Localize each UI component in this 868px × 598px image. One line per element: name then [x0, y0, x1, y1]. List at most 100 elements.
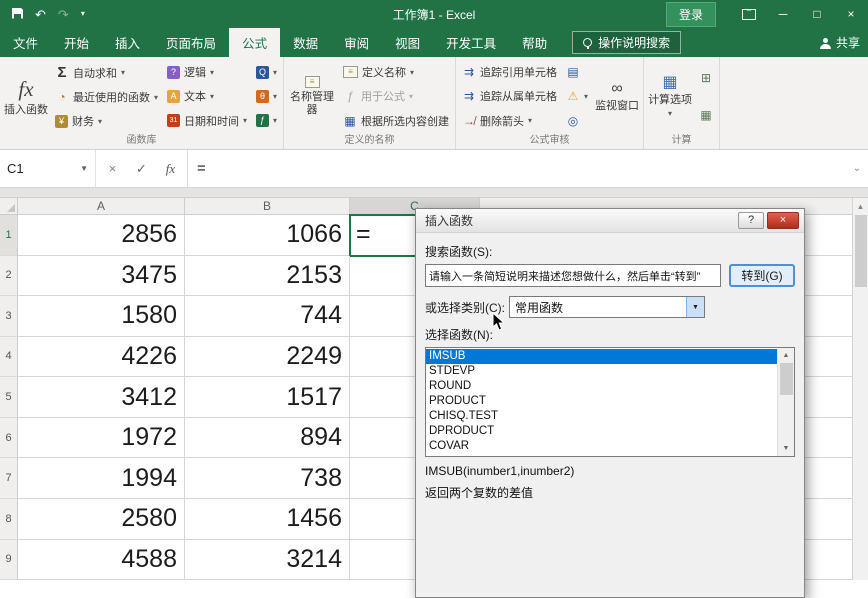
dialog-close-button[interactable]: ×: [767, 212, 799, 229]
calculate-sheet-button[interactable]: ▦: [696, 107, 716, 123]
text-button[interactable]: A 文本 ▾: [164, 87, 250, 105]
tellme-box[interactable]: 操作说明搜索: [572, 31, 681, 54]
row-header[interactable]: 1: [0, 215, 18, 256]
use-in-formula-button[interactable]: ƒ 用于公式 ▾: [340, 87, 452, 105]
date-time-button[interactable]: 31 日期和时间 ▾: [164, 112, 250, 130]
scroll-down-icon[interactable]: ▼: [778, 441, 794, 456]
ribbon-tab[interactable]: 视图: [382, 28, 433, 57]
name-manager-button[interactable]: ≡ 名称管理器: [287, 59, 337, 134]
ribbon-tab[interactable]: 数据: [280, 28, 331, 57]
cell[interactable]: 1517: [185, 377, 350, 418]
cell[interactable]: 2249: [185, 337, 350, 378]
row-header[interactable]: 7: [0, 458, 18, 499]
show-formulas-button[interactable]: ▤: [563, 64, 591, 80]
formula-input[interactable]: =: [188, 150, 846, 187]
insert-function-button[interactable]: fx 插入函数: [3, 59, 49, 134]
minimize-button[interactable]: ─: [766, 0, 800, 28]
logical-button[interactable]: ? 逻辑 ▾: [164, 63, 250, 81]
cell[interactable]: 1066: [185, 215, 350, 256]
row-header[interactable]: 4: [0, 337, 18, 378]
ribbon-tab[interactable]: 公式: [229, 28, 280, 57]
save-icon[interactable]: [12, 8, 23, 21]
math-trig-button[interactable]: θ ▾: [253, 89, 280, 104]
undo-icon[interactable]: ↶: [35, 8, 46, 21]
scroll-up-icon[interactable]: ▲: [778, 348, 794, 363]
chevron-down-icon[interactable]: ▼: [686, 297, 704, 317]
cell[interactable]: 2580: [18, 499, 185, 540]
cell[interactable]: 894: [185, 418, 350, 459]
cell[interactable]: 3412: [18, 377, 185, 418]
row-header[interactable]: 6: [0, 418, 18, 459]
more-functions-button[interactable]: ƒ ▾: [253, 113, 280, 128]
ribbon-tab[interactable]: 开发工具: [433, 28, 509, 57]
function-list-item[interactable]: ROUND: [426, 379, 777, 394]
cell[interactable]: 744: [185, 296, 350, 337]
evaluate-formula-button[interactable]: ◎: [563, 113, 591, 129]
vertical-scrollbar[interactable]: ▲: [852, 198, 868, 580]
autosum-button[interactable]: Σ 自动求和 ▾: [52, 63, 161, 82]
ribbon-tab[interactable]: 审阅: [331, 28, 382, 57]
scroll-up-icon[interactable]: ▲: [853, 198, 868, 214]
search-input[interactable]: 请输入一条简短说明来描述您想做什么，然后单击“转到”: [425, 264, 721, 287]
remove-arrows-button[interactable]: ↛ 删除箭头 ▾: [459, 112, 560, 130]
close-button[interactable]: ×: [834, 0, 868, 28]
cell[interactable]: 1994: [18, 458, 185, 499]
name-box[interactable]: C1 ▼: [0, 150, 96, 187]
lookup-reference-button[interactable]: Q ▾: [253, 65, 280, 80]
customize-qat-icon[interactable]: ▾: [81, 10, 85, 18]
cancel-button[interactable]: ×: [98, 161, 127, 176]
recently-used-button[interactable]: ◔ 最近使用的函数 ▾: [52, 88, 161, 106]
list-scrollbar[interactable]: ▲ ▼: [777, 348, 794, 456]
trace-dependents-button[interactable]: ⇉ 追踪从属单元格: [459, 87, 560, 105]
cell[interactable]: 2153: [185, 256, 350, 297]
maximize-button[interactable]: □: [800, 0, 834, 28]
scrollbar-thumb[interactable]: [780, 363, 793, 395]
dialog-titlebar[interactable]: 插入函数 ? ×: [416, 209, 804, 233]
cell[interactable]: 4588: [18, 540, 185, 581]
cell[interactable]: 1580: [18, 296, 185, 337]
financial-button[interactable]: ¥ 财务 ▾: [52, 112, 161, 130]
function-list-item[interactable]: PRODUCT: [426, 394, 777, 409]
cell[interactable]: 2856: [18, 215, 185, 256]
row-header[interactable]: 5: [0, 377, 18, 418]
ribbon-tab[interactable]: 开始: [51, 28, 102, 57]
enter-button[interactable]: ✓: [127, 161, 156, 177]
redo-icon[interactable]: ↷: [58, 8, 69, 21]
create-from-selection-button[interactable]: ▦ 根据所选内容创建: [340, 112, 452, 130]
select-all-button[interactable]: [0, 198, 18, 214]
cell[interactable]: 738: [185, 458, 350, 499]
function-list-item[interactable]: STDEVP: [426, 364, 777, 379]
ribbon-tab[interactable]: 文件: [0, 28, 51, 57]
ribbon-tab[interactable]: 帮助: [509, 28, 560, 57]
cell[interactable]: 1972: [18, 418, 185, 459]
insert-function-icon[interactable]: fx: [156, 161, 185, 177]
ribbon-display-options-icon[interactable]: ⌃: [732, 0, 766, 28]
ribbon-tab[interactable]: 页面布局: [153, 28, 229, 57]
category-dropdown[interactable]: 常用函数 ▼: [509, 296, 705, 318]
row-header[interactable]: 9: [0, 540, 18, 581]
column-header-a[interactable]: A: [18, 198, 185, 214]
define-name-button[interactable]: ≡ 定义名称 ▾: [340, 63, 452, 81]
cell[interactable]: 3214: [185, 540, 350, 581]
cell[interactable]: 1456: [185, 499, 350, 540]
error-checking-button[interactable]: ⚠ ▾: [563, 88, 591, 104]
login-button[interactable]: 登录: [666, 2, 716, 27]
trace-precedents-button[interactable]: ⇉ 追踪引用单元格: [459, 63, 560, 81]
column-header-b[interactable]: B: [185, 198, 350, 214]
row-header[interactable]: 2: [0, 256, 18, 297]
formula-bar-expand-icon[interactable]: ⌄: [846, 150, 868, 187]
row-header[interactable]: 3: [0, 296, 18, 337]
share-button[interactable]: 共享: [820, 28, 860, 57]
function-list-item[interactable]: CHISQ.TEST: [426, 409, 777, 424]
help-button[interactable]: ?: [738, 212, 764, 229]
function-list-item[interactable]: DPRODUCT: [426, 424, 777, 439]
function-list-item[interactable]: COVAR: [426, 439, 777, 454]
row-header[interactable]: 8: [0, 499, 18, 540]
ribbon-tab[interactable]: 插入: [102, 28, 153, 57]
cell[interactable]: 4226: [18, 337, 185, 378]
calculation-options-button[interactable]: ▦ 计算选项 ▾: [647, 59, 693, 134]
function-list-item[interactable]: IMSUB: [426, 349, 777, 364]
calculate-now-button[interactable]: ⊞: [696, 70, 716, 86]
go-button[interactable]: 转到(G): [729, 264, 795, 287]
cell[interactable]: 3475: [18, 256, 185, 297]
